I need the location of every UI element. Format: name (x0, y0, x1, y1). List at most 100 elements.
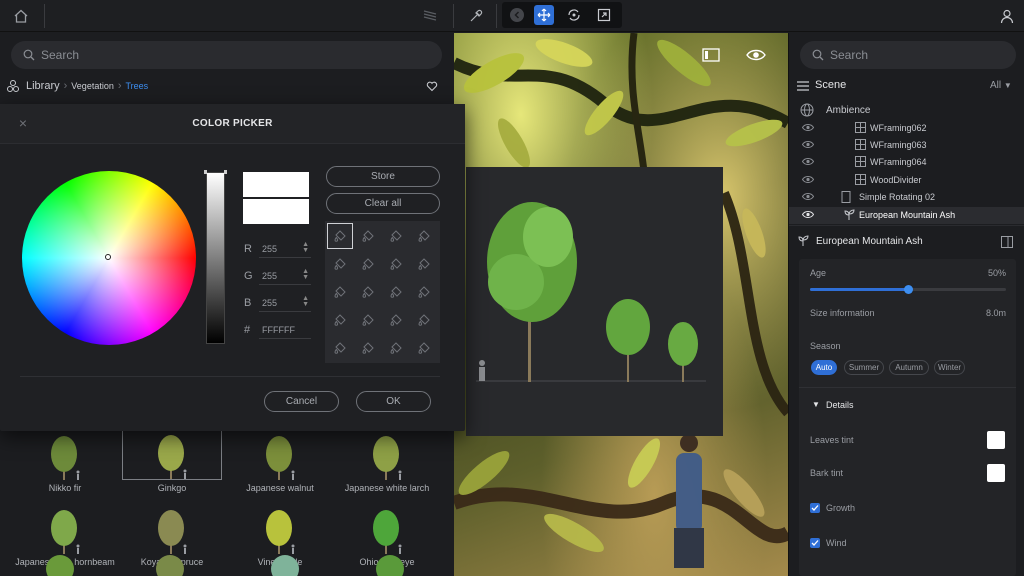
scene-search-input[interactable]: Search (800, 41, 1016, 69)
scene-tree-item[interactable]: WFraming064 (789, 154, 1024, 171)
asset-tile[interactable]: Nikko fir (15, 428, 115, 493)
library-search-input[interactable]: Search (11, 41, 442, 69)
eye-icon[interactable] (802, 140, 814, 149)
scene-tree-item[interactable]: Simple Rotating 02 (789, 189, 1024, 206)
user-icon[interactable] (997, 6, 1017, 26)
stored-color-slot[interactable] (383, 251, 409, 277)
paint-bucket-icon (362, 230, 374, 242)
eye-icon[interactable] (802, 210, 814, 219)
red-input[interactable]: 255 ▲ ▼ (259, 240, 311, 258)
growth-checkbox[interactable] (810, 503, 820, 513)
stored-color-slot[interactable] (327, 251, 353, 277)
season-chip-summer[interactable]: Summer (844, 360, 884, 375)
stored-color-slot[interactable] (355, 223, 381, 249)
green-input[interactable]: 255 ▲ ▼ (259, 267, 311, 285)
brightness-slider-handle[interactable] (204, 170, 227, 174)
asset-tile[interactable]: Ginkgo (122, 428, 222, 493)
stepper-icon[interactable]: ▲ ▼ (302, 295, 309, 308)
ok-button[interactable]: OK (356, 391, 431, 412)
home-icon[interactable] (11, 6, 31, 26)
asset-thumbnail[interactable] (40, 549, 80, 576)
stepper-icon[interactable]: ▲ ▼ (302, 241, 309, 254)
blue-input[interactable]: 255 ▲ ▼ (259, 294, 311, 312)
bark-tint-swatch[interactable] (987, 464, 1005, 482)
wind-label: Wind (826, 538, 847, 548)
back-icon[interactable] (507, 5, 527, 25)
chevron-down-icon: ▼ (1003, 81, 1012, 90)
eye-icon[interactable] (802, 157, 814, 166)
stored-color-slot[interactable] (355, 307, 381, 333)
paint-bucket-icon (418, 342, 430, 354)
stored-color-slot[interactable] (411, 307, 437, 333)
season-chip-winter[interactable]: Winter (934, 360, 965, 375)
transform-tools (502, 2, 622, 28)
properties-title: European Mountain Ash (816, 236, 923, 247)
move-icon[interactable] (534, 5, 554, 25)
scene-tree-item[interactable]: WFraming062 (789, 120, 1024, 137)
eyedropper-icon[interactable] (466, 6, 486, 26)
eye-icon[interactable] (802, 175, 814, 184)
stepper-icon[interactable]: ▲ ▼ (302, 268, 309, 281)
breadcrumb-trees[interactable]: Trees (126, 81, 149, 91)
split-view-icon[interactable] (1001, 236, 1013, 248)
brightness-slider[interactable] (206, 172, 225, 344)
scene-filter-dropdown[interactable]: All ▼ (990, 80, 1012, 91)
favorite-heart-icon[interactable] (426, 80, 438, 92)
scene-item-label: European Mountain Ash (859, 210, 956, 220)
stored-color-slot[interactable] (355, 279, 381, 305)
stored-color-slot[interactable] (411, 279, 437, 305)
mesh-icon-wrap (855, 174, 866, 185)
leaves-tint-swatch[interactable] (987, 431, 1005, 449)
asset-tile[interactable]: Japanese walnut (230, 428, 330, 493)
asset-thumbnail[interactable] (150, 549, 190, 576)
paint-bucket-icon (418, 230, 430, 242)
rotate-icon[interactable] (564, 5, 584, 25)
scene-tree-item[interactable]: WoodDivider (789, 172, 1024, 189)
season-chip-autumn[interactable]: Autumn (889, 360, 929, 375)
stored-color-slot[interactable] (327, 335, 353, 361)
season-chip-auto[interactable]: Auto (811, 360, 837, 375)
hex-input[interactable]: FFFFFF (259, 321, 311, 339)
asset-thumbnail[interactable] (265, 549, 305, 576)
stored-color-slot[interactable] (411, 335, 437, 361)
door-icon-wrap (841, 191, 851, 203)
bark-tint-label: Bark tint (810, 468, 844, 478)
properties-card (799, 259, 1016, 576)
stored-color-slot[interactable] (327, 279, 353, 305)
stored-color-slot[interactable] (383, 279, 409, 305)
eye-icon[interactable] (802, 192, 814, 201)
age-slider-handle[interactable] (903, 285, 913, 294)
frame-view-icon[interactable] (702, 48, 720, 62)
asset-tile[interactable]: Japanese white larch (337, 428, 437, 493)
eye-icon[interactable] (746, 47, 766, 63)
color-wheel-selector[interactable] (105, 254, 111, 260)
stored-color-slot[interactable] (383, 223, 409, 249)
asset-thumbnail[interactable] (370, 549, 410, 576)
layers-icon[interactable] (420, 6, 440, 26)
stored-color-slot[interactable] (411, 223, 437, 249)
scene-tree-item[interactable]: European Mountain Ash (789, 207, 1024, 224)
triangle-down-icon[interactable]: ▼ (812, 400, 820, 409)
breadcrumb-library[interactable]: Library (26, 80, 60, 92)
stored-color-slot[interactable] (355, 251, 381, 277)
details-label[interactable]: Details (826, 400, 854, 410)
eye-icon[interactable] (802, 123, 814, 132)
ambience-label[interactable]: Ambience (826, 105, 870, 116)
scene-tree-item[interactable]: WFraming063 (789, 137, 1024, 154)
scale-icon[interactable] (594, 5, 614, 25)
stored-color-slot[interactable] (383, 307, 409, 333)
stored-color-slot[interactable] (327, 223, 353, 249)
breadcrumb-vegetation[interactable]: Vegetation (71, 81, 114, 91)
paint-bucket-icon (334, 286, 346, 298)
color-picker-dialog: × COLOR PICKER R 255 ▲ ▼ G 255 ▲ ▼ B 255 ▲ ▼ #… (0, 104, 465, 431)
clear-all-button[interactable]: Clear all (326, 193, 440, 214)
chevron-right-icon: › (63, 80, 68, 92)
stored-color-slot[interactable] (383, 335, 409, 361)
wind-checkbox[interactable] (810, 538, 820, 548)
stored-color-slot[interactable] (355, 335, 381, 361)
cancel-button[interactable]: Cancel (264, 391, 339, 412)
stored-color-slot[interactable] (411, 251, 437, 277)
store-button[interactable]: Store (326, 166, 440, 187)
plant-icon (797, 235, 809, 247)
stored-color-slot[interactable] (327, 307, 353, 333)
